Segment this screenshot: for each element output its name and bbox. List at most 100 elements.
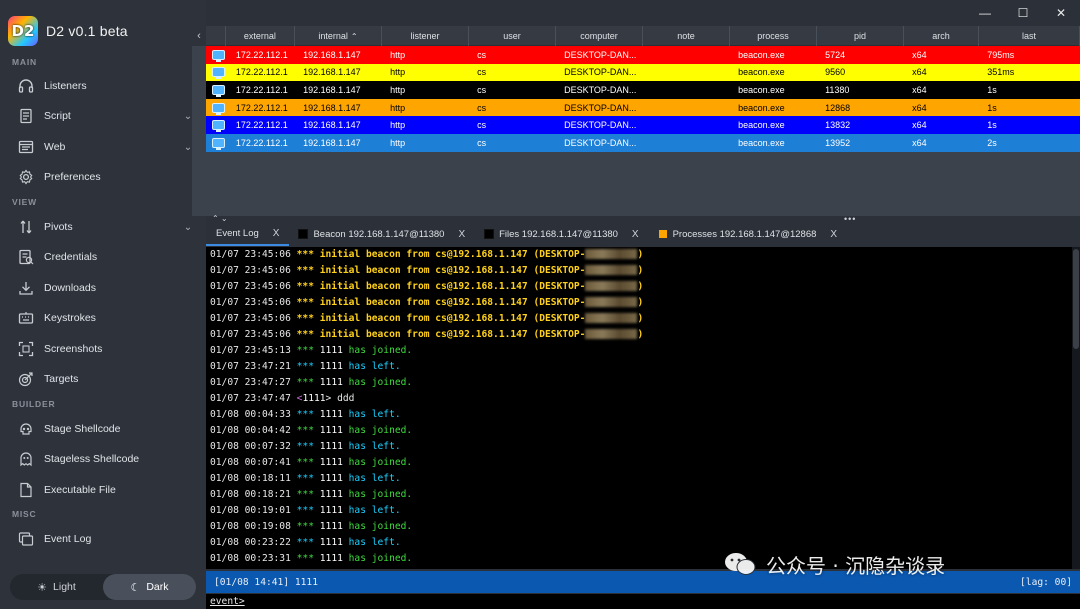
table-row[interactable]: 172.22.112.1 192.168.1.147 http cs DESKTOP-D… <box>206 81 1080 99</box>
log-line: 01/07 23:47:21 *** 1111 has left. <box>206 359 1072 375</box>
section-builder: BUILDER <box>12 399 56 409</box>
tab-3[interactable]: Processes 192.168.1.147@12868 X <box>649 222 847 246</box>
sidebar-item-credentials[interactable]: Credentials <box>16 245 196 269</box>
log-user: 1111 <box>319 521 343 532</box>
theme-toggle: ☀ Light ☾ Dark <box>10 574 196 600</box>
theme-light-button[interactable]: ☀ Light <box>10 574 103 600</box>
monitor-icon <box>212 67 225 80</box>
event-log-icon <box>16 530 36 548</box>
log-timestamp: 01/07 23:45:13 <box>210 345 291 356</box>
sidebar-item-script[interactable]: Script ⌄ <box>16 104 196 128</box>
log-user: 1111 <box>319 505 343 516</box>
sidebar-item-listeners[interactable]: Listeners <box>16 74 196 98</box>
cell-external: 172.22.112.1 <box>235 137 288 148</box>
tab-close-button[interactable]: X <box>632 229 639 240</box>
tab-label: Beacon 192.168.1.147@11380 <box>313 228 445 240</box>
tab-0[interactable]: Event Log X <box>206 222 290 246</box>
table-row[interactable]: 172.22.112.1 192.168.1.147 http cs DESKTOP-D… <box>206 116 1080 134</box>
column-header-listener[interactable]: listener <box>382 26 469 46</box>
sidebar-item-targets[interactable]: Targets <box>16 367 196 391</box>
log-user: 1111 <box>319 489 343 500</box>
log-user: 1111 <box>319 409 343 420</box>
column-header-arch[interactable]: arch <box>904 26 980 46</box>
sidebar-item-web[interactable]: Web ⌄ <box>16 135 196 159</box>
cell-arch: x64 <box>912 120 927 131</box>
log-line: 01/08 00:07:41 *** 1111 has joined. <box>206 455 1072 471</box>
sidebar-item-event-log[interactable]: Event Log <box>16 527 196 551</box>
log-user: 1111 <box>319 345 343 356</box>
cell-computer: DESKTOP-DAN... <box>564 102 637 113</box>
beacon-monitor-icon <box>206 46 226 64</box>
cell-arch: x64 <box>912 67 927 78</box>
log-event: has left. <box>348 537 401 548</box>
sidebar-item-executable-file[interactable]: Executable File <box>16 478 196 502</box>
cell-listener: http <box>390 84 406 95</box>
log-user: 1111 <box>319 425 343 436</box>
column-header-user[interactable]: user <box>469 26 556 46</box>
scroll-thumb[interactable] <box>1073 249 1079 349</box>
tab-label: Files 192.168.1.147@11380 <box>499 228 618 240</box>
sidebar-item-screenshots[interactable]: Screenshots <box>16 337 196 361</box>
log-stars: *** <box>296 409 314 420</box>
column-header-external[interactable]: external <box>226 26 295 46</box>
cell-arch: x64 <box>912 84 927 95</box>
column-header-pid[interactable]: pid <box>817 26 904 46</box>
theme-dark-button[interactable]: ☾ Dark <box>103 574 196 600</box>
table-row[interactable]: 172.22.112.1 192.168.1.147 http cs DESKTOP-D… <box>206 63 1080 82</box>
column-header-label: internal <box>318 31 348 41</box>
column-header-label: arch <box>932 31 950 41</box>
tab-2[interactable]: Files 192.168.1.147@11380 X <box>475 222 648 246</box>
log-timestamp: 01/08 00:07:32 <box>210 441 291 452</box>
close-icon[interactable]: ✕ <box>1042 0 1080 26</box>
sidebar-item-preferences[interactable]: Preferences <box>16 165 196 189</box>
maximize-icon[interactable]: ☐ <box>1004 0 1042 26</box>
monitor-icon <box>212 49 225 62</box>
table-row[interactable]: 172.22.112.1 192.168.1.147 http cs DESKTOP-D… <box>206 46 1080 64</box>
tab-close-button[interactable]: X <box>830 229 837 240</box>
app-window: D2 D2 v0.1 beta MAIN Listeners Script ⌄ … <box>0 0 1080 609</box>
sidebar-item-label: Credentials <box>44 251 98 263</box>
sidebar-item-label: Executable File <box>44 484 116 496</box>
tab-close-button[interactable]: X <box>273 228 280 239</box>
sidebar-item-stage-shellcode[interactable]: Stage Shellcode <box>16 417 196 441</box>
sidebar-item-keystrokes[interactable]: Keystrokes <box>16 306 196 330</box>
table-row[interactable]: 172.22.112.1 192.168.1.147 http cs DESKTOP-D… <box>206 134 1080 152</box>
script-icon <box>16 107 36 125</box>
cell-last: 1s <box>987 120 997 131</box>
cell-user: cs <box>477 67 487 78</box>
column-header-label: external <box>243 31 276 41</box>
collapse-sidebar-icon[interactable]: ‹ <box>192 26 206 46</box>
sidebar-item-label: Listeners <box>44 80 87 92</box>
console-scrollbar[interactable] <box>1072 247 1080 569</box>
tab-close-button[interactable]: X <box>458 229 465 240</box>
sidebar-item-label: Script <box>44 110 71 122</box>
column-header-last[interactable]: last <box>979 26 1080 46</box>
minimize-icon[interactable]: — <box>966 0 1004 26</box>
log-stars: *** <box>296 361 314 372</box>
column-header-note[interactable]: note <box>643 26 730 46</box>
chevron-down-icon[interactable]: ⌄ <box>180 222 196 233</box>
table-row[interactable]: 172.22.112.1 192.168.1.147 http cs DESKTOP-D… <box>206 98 1080 117</box>
cell-external: 172.22.112.1 <box>235 49 288 60</box>
tab-label: Processes 192.168.1.147@12868 <box>672 228 817 240</box>
sidebar-item-stageless-shellcode[interactable]: Stageless Shellcode <box>16 447 196 471</box>
sidebar-item-label: Screenshots <box>44 343 103 355</box>
sidebar-item-pivots[interactable]: Pivots ⌄ <box>16 215 196 239</box>
tab-1[interactable]: Beacon 192.168.1.147@11380 X <box>289 222 475 246</box>
cell-process: beacon.exe <box>738 49 785 60</box>
status-lag: [lag: 00] <box>1020 576 1072 588</box>
command-input[interactable]: event> <box>206 594 1080 609</box>
column-header-icon[interactable] <box>206 26 226 46</box>
wechat-icon <box>725 553 756 575</box>
cell-last: 351ms <box>987 67 1015 78</box>
column-header-computer[interactable]: computer <box>556 26 643 46</box>
log-stars: *** <box>296 521 314 532</box>
log-timestamp: 01/07 23:47:27 <box>210 377 291 388</box>
column-header-internal[interactable]: internal ⌃ <box>295 26 382 46</box>
cell-note <box>643 116 730 134</box>
cell-user: cs <box>477 49 487 60</box>
column-header-process[interactable]: process <box>730 26 817 46</box>
log-line: 01/08 00:07:32 *** 1111 has left. <box>206 439 1072 455</box>
sidebar-item-downloads[interactable]: Downloads <box>16 276 196 300</box>
target-icon <box>16 370 36 388</box>
